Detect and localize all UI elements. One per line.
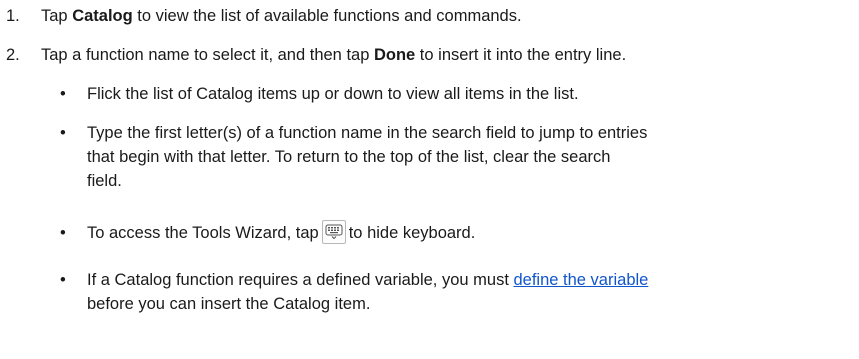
- bullet-symbol: •: [60, 224, 66, 242]
- step-1-number: 1.: [6, 7, 20, 25]
- step-2-text-pre: Tap a function name to select it, and th…: [41, 46, 374, 64]
- step-2-text: Tap a function name to select it, and th…: [41, 43, 851, 67]
- keyboard-hide-icon[interactable]: [321, 220, 346, 245]
- step-1-text-post: to view the list of available functions …: [132, 7, 522, 25]
- step-1-text: Tap Catalog to view the list of availabl…: [41, 4, 851, 28]
- define-the-variable-link[interactable]: define the variable: [514, 271, 649, 289]
- bullet-flick-text: Flick the list of Catalog items up or do…: [87, 85, 579, 103]
- bullet-symbol: •: [60, 85, 66, 103]
- bullet-catalog-line-1: If a Catalog function requires a defined…: [87, 268, 847, 292]
- bullet-type-line-3: field.: [87, 172, 122, 190]
- step-2-done-keyword: Done: [373, 46, 416, 64]
- bullet-type: • Type the first letter(s) of a function…: [60, 121, 847, 193]
- bullet-symbol: •: [60, 124, 66, 142]
- bullet-tools-pre: To access the Tools Wizard, tap: [87, 224, 319, 242]
- bullet-flick: • Flick the list of Catalog items up or …: [60, 82, 847, 106]
- bullet-catalog-text: If a Catalog function requires a defined…: [87, 268, 847, 316]
- step-2: 2. Tap a function name to select it, and…: [6, 43, 851, 67]
- step-2-text-post: to insert it into the entry line.: [415, 46, 627, 64]
- bullet-type-text: Type the first letter(s) of a function n…: [87, 121, 847, 193]
- bullet-tools-post: to hide keyboard.: [348, 224, 476, 242]
- bullet-symbol: •: [60, 271, 66, 289]
- step-1: 1. Tap Catalog to view the list of avail…: [6, 4, 851, 28]
- step-1-text-pre: Tap: [41, 7, 73, 25]
- bullet-type-line-1: Type the first letter(s) of a function n…: [87, 124, 648, 142]
- bullet-tools-wizard: • To access the Tools Wizard, tap to hid…: [60, 220, 847, 245]
- bullet-catalog-line-2: before you can insert the Catalog item.: [87, 295, 371, 313]
- help-document: 1. Tap Catalog to view the list of avail…: [0, 0, 859, 359]
- step-1-catalog-keyword: Catalog: [72, 7, 133, 25]
- bullet-type-line-2: that begin with that letter. To return t…: [87, 148, 611, 166]
- step-2-number: 2.: [6, 46, 20, 64]
- bullet-tools-text: To access the Tools Wizard, tap to hide …: [87, 220, 847, 245]
- bullet-catalog-variable: • If a Catalog function requires a defin…: [60, 268, 847, 316]
- bullet-catalog-pre: If a Catalog function requires a defined…: [87, 271, 514, 289]
